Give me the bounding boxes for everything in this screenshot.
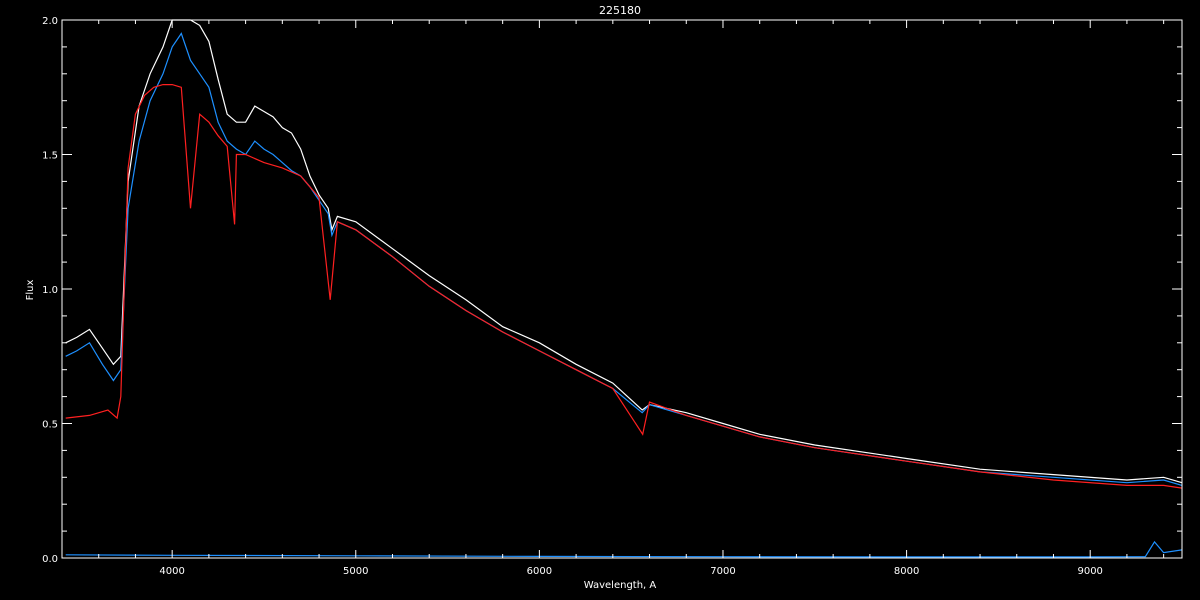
y-axis-title: Flux bbox=[25, 280, 36, 301]
x-tick-label: 9000 bbox=[1077, 566, 1102, 577]
y-tick-label: 2.0 bbox=[42, 16, 58, 27]
y-tick-label: 0.0 bbox=[42, 554, 58, 565]
x-tick-label: 7000 bbox=[710, 566, 735, 577]
y-tick-label: 1.0 bbox=[42, 285, 58, 296]
y-tick-label: 1.5 bbox=[42, 151, 58, 162]
x-axis-title: Wavelength, A bbox=[584, 580, 657, 591]
x-tick-label: 4000 bbox=[159, 566, 184, 577]
spectrum-chart: 225180 4000 5000 6000 7000 8000 9000 0.0 0.5 1.… bbox=[0, 0, 1200, 600]
x-tick-label: 5000 bbox=[343, 566, 368, 577]
x-tick-label: 8000 bbox=[894, 566, 919, 577]
y-tick-label: 0.5 bbox=[42, 420, 58, 431]
chart-title: 225180 bbox=[599, 4, 641, 17]
chart-background bbox=[0, 0, 1200, 600]
x-tick-label: 6000 bbox=[527, 566, 552, 577]
